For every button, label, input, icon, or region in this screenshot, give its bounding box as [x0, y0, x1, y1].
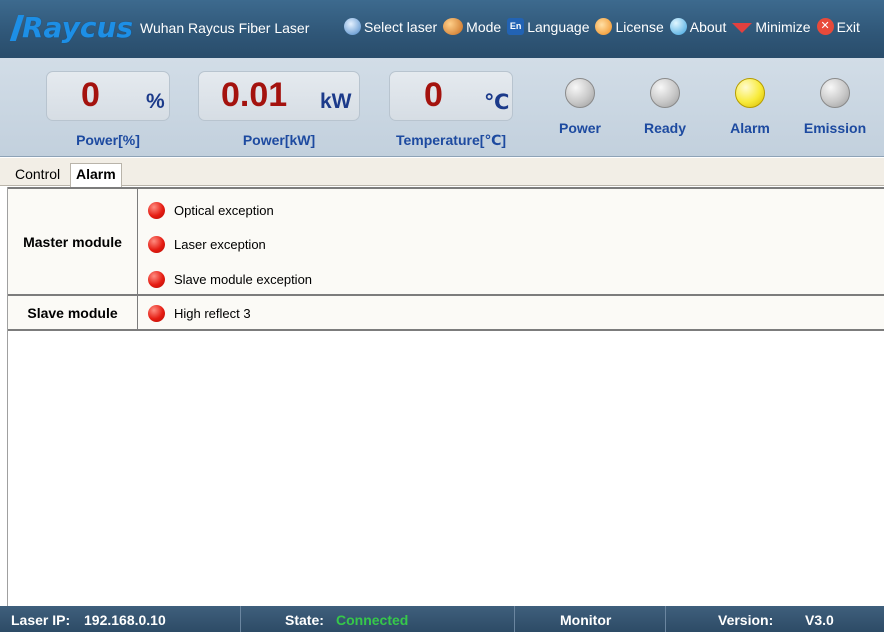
status-separator [665, 606, 666, 632]
app-title: Wuhan Raycus Fiber Laser [140, 20, 310, 36]
top-menu: Select laser Mode En Language License Ab… [344, 18, 866, 35]
readout-box: 0 ℃ [389, 71, 513, 121]
alarm-led [735, 78, 765, 108]
readout-unit: ℃ [484, 91, 510, 114]
status-separator [240, 606, 241, 632]
license-menu[interactable]: License [595, 18, 664, 35]
led-label: Emission [803, 120, 867, 136]
power-led [565, 78, 595, 108]
close-icon: ✕ [816, 18, 834, 35]
led-label: Alarm [730, 120, 770, 136]
power-kw-readout: 0.01 kW Power[kW] [198, 71, 360, 148]
minimize-icon [732, 23, 753, 33]
alarm-status-led [148, 305, 165, 322]
ready-indicator: Ready [625, 78, 705, 136]
readout-box: 0 % [46, 71, 170, 121]
tab-bar: Control Alarm [0, 158, 884, 187]
language-menu[interactable]: En Language [507, 18, 589, 35]
ready-led [650, 78, 680, 108]
laser-ip-label: Laser IP: [11, 612, 71, 628]
version-label: Version: [718, 612, 774, 628]
laser-ip-value: 192.168.0.10 [84, 612, 166, 628]
mode-value: Monitor [560, 612, 612, 628]
alarm-item: Slave module exception [148, 271, 312, 288]
readout-box: 0.01 kW [198, 71, 360, 121]
mode-label: Mode [466, 18, 502, 35]
readout-value: 0.01 [221, 76, 288, 114]
alarm-label: High reflect 3 [174, 306, 251, 321]
power-percent-readout: 0 % Power[%] [46, 71, 170, 148]
about-menu[interactable]: About [669, 18, 727, 35]
version-value: V3.0 [805, 612, 834, 628]
license-label: License [615, 18, 664, 35]
alarm-item: High reflect 3 [148, 305, 251, 322]
key-icon [595, 18, 613, 35]
globe-icon [344, 18, 361, 35]
readout-label: Temperature[℃] [395, 132, 507, 148]
led-label: Power [558, 120, 601, 136]
select-laser-menu[interactable]: Select laser [344, 18, 437, 35]
users-icon [443, 18, 464, 35]
tab-control[interactable]: Control [10, 165, 65, 186]
alarm-label: Laser exception [174, 237, 266, 252]
info-globe-icon [669, 18, 687, 35]
exit-menu[interactable]: ✕ Exit [816, 18, 860, 35]
about-label: About [689, 18, 727, 35]
module-name: Master module [8, 189, 138, 294]
module-name: Slave module [8, 296, 138, 329]
state-value: Connected [336, 612, 409, 628]
exit-label: Exit [836, 18, 860, 35]
alarm-status-led [148, 271, 165, 288]
alarm-item: Optical exception [148, 202, 274, 219]
led-label: Ready [643, 120, 687, 136]
mode-menu[interactable]: Mode [443, 18, 501, 35]
brand-logo: Raycus [9, 10, 133, 46]
status-separator [514, 606, 515, 632]
readout-label: Power[kW] [242, 132, 316, 148]
readout-unit: kW [320, 90, 352, 113]
status-panel: 0 % Power[%] 0.01 kW Power[kW] 0 ℃ Tempe… [0, 58, 884, 157]
alarm-status-led [148, 202, 165, 219]
slave-module-group: Slave module High reflect 3 [8, 294, 884, 331]
alarm-label: Optical exception [174, 203, 274, 218]
alarm-panel: Master module Optical exception Laser ex… [7, 187, 884, 606]
language-en-icon: En [507, 18, 525, 35]
readout-value: 0 [424, 76, 443, 114]
tab-alarm[interactable]: Alarm [70, 163, 122, 187]
temperature-readout: 0 ℃ Temperature[℃] [389, 71, 513, 148]
alarm-indicator: Alarm [710, 78, 790, 136]
minimize-label: Minimize [755, 18, 811, 35]
title-bar: Raycus Wuhan Raycus Fiber Laser Select l… [0, 0, 884, 58]
readout-value: 0 [81, 76, 100, 114]
status-bar: Laser IP: 192.168.0.10 State: Connected … [0, 606, 884, 632]
alarm-status-led [148, 236, 165, 253]
power-indicator: Power [540, 78, 620, 136]
readout-label: Power[%] [76, 132, 140, 148]
readout-unit: % [146, 90, 165, 113]
emission-led [820, 78, 850, 108]
alarm-item: Laser exception [148, 236, 266, 253]
master-module-group: Master module Optical exception Laser ex… [8, 187, 884, 296]
emission-indicator: Emission [795, 78, 875, 136]
select-laser-label: Select laser [364, 18, 438, 35]
language-label: Language [527, 18, 590, 35]
state-label: State: [285, 612, 324, 628]
minimize-menu[interactable]: Minimize [732, 18, 811, 35]
alarm-label: Slave module exception [174, 272, 313, 287]
